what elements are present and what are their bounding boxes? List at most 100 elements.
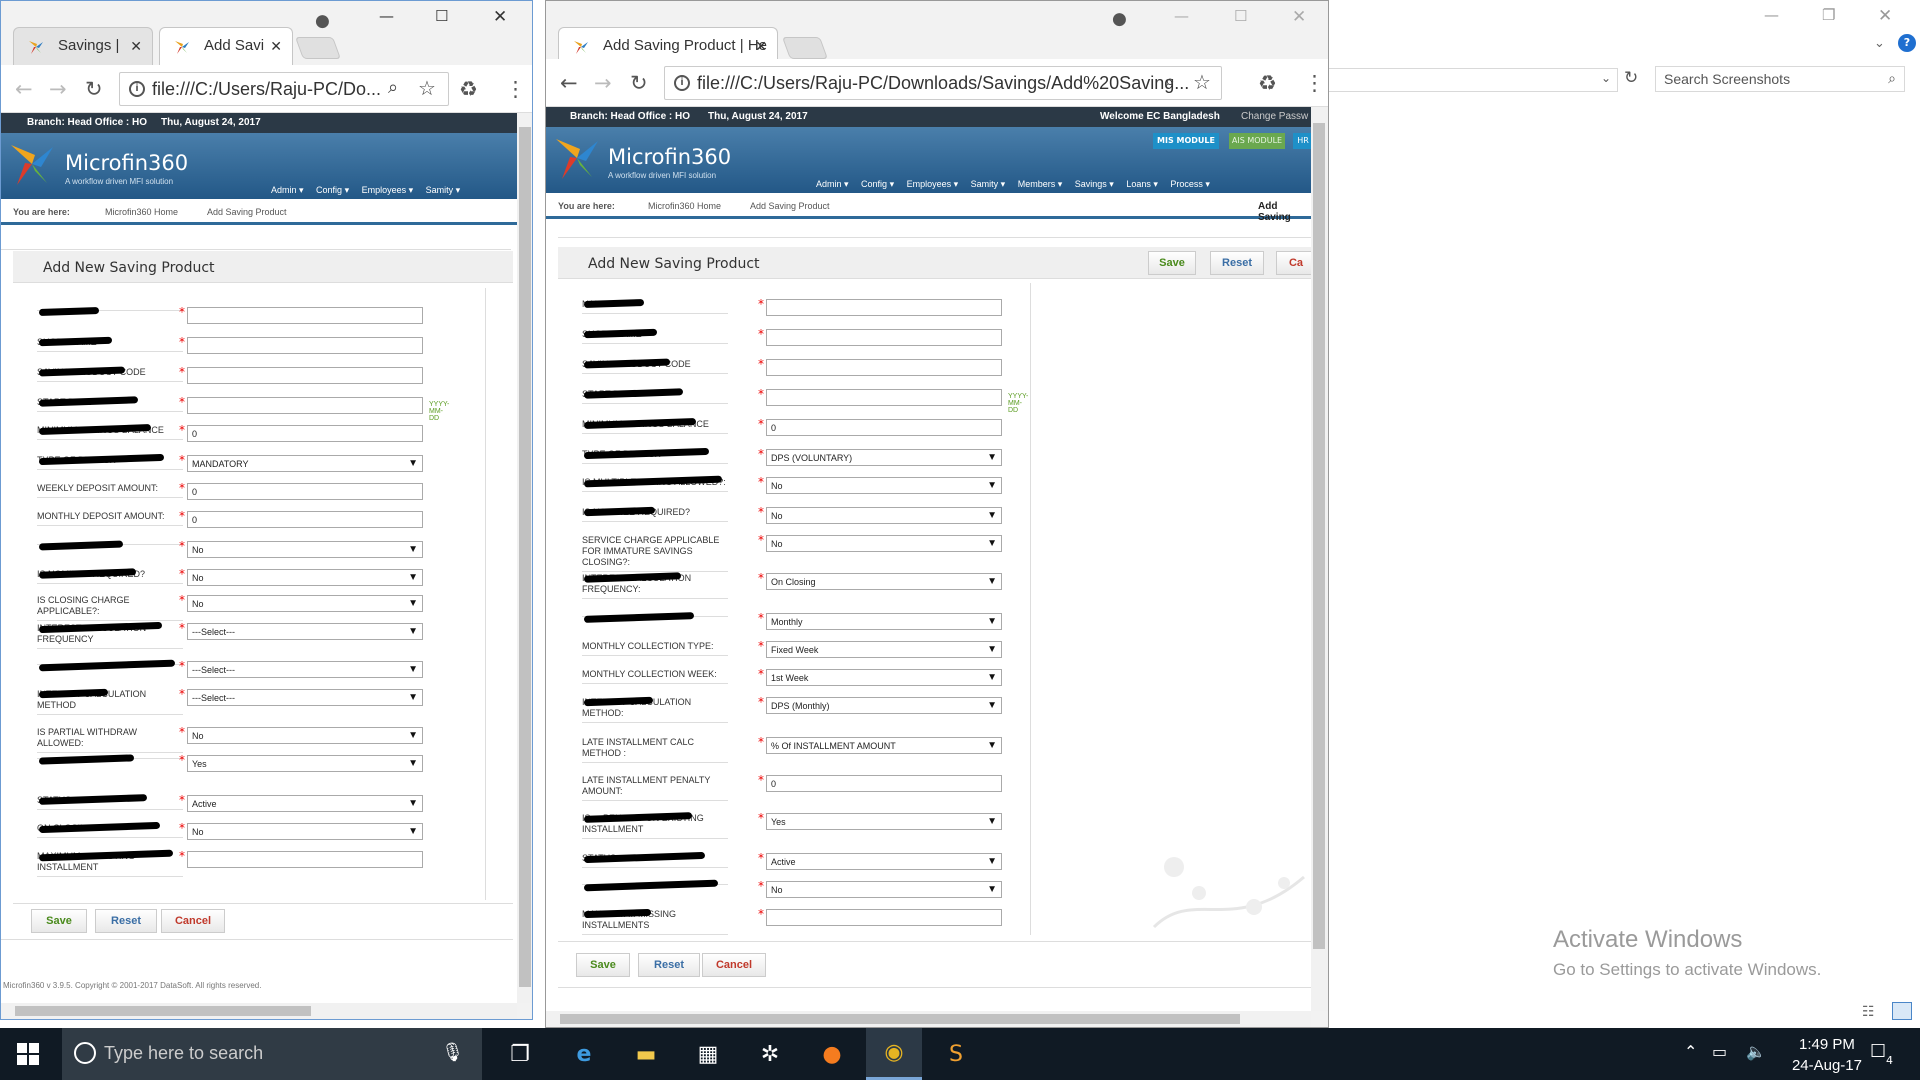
address-bar[interactable]: i file:///C:/Users/Raju-PC/Do... ⌕ ☆ bbox=[119, 72, 449, 106]
select-field[interactable]: Fixed Week bbox=[766, 641, 1002, 658]
restore-icon[interactable]: ❐ bbox=[1822, 6, 1835, 24]
menu-process[interactable]: Process ▾ bbox=[1170, 179, 1210, 189]
text-input[interactable] bbox=[766, 359, 1002, 376]
menu-admin[interactable]: Admin ▾ bbox=[271, 185, 304, 195]
close-icon[interactable]: ✕ bbox=[1878, 6, 1892, 26]
file-explorer-button[interactable]: ▬ bbox=[618, 1028, 674, 1080]
select-field[interactable]: No bbox=[766, 881, 1002, 898]
volume-icon[interactable]: 🔈 bbox=[1746, 1042, 1766, 1061]
hr-module-button[interactable]: HR bbox=[1293, 133, 1311, 149]
forward-icon[interactable]: → bbox=[594, 71, 612, 95]
text-input[interactable]: 0 bbox=[766, 775, 1002, 792]
select-field[interactable]: % Of INSTALLMENT AMOUNT bbox=[766, 737, 1002, 754]
chrome-button[interactable]: ◉ bbox=[866, 1028, 922, 1080]
explorer-search-input[interactable]: Search Screenshots ⌕ bbox=[1655, 66, 1905, 92]
tab-savings[interactable]: Savings | ✕ bbox=[13, 27, 153, 65]
app-button[interactable]: ✲ bbox=[742, 1028, 798, 1080]
bookmark-star-icon[interactable]: ☆ bbox=[418, 76, 436, 101]
text-input[interactable] bbox=[187, 851, 423, 868]
breadcrumb-home[interactable]: Microfin360 Home bbox=[648, 201, 721, 211]
horizontal-scrollbar[interactable] bbox=[1, 1003, 517, 1019]
select-field[interactable]: ---Select--- bbox=[187, 623, 423, 640]
select-field[interactable]: Yes bbox=[187, 755, 423, 772]
start-button[interactable] bbox=[0, 1028, 56, 1080]
close-tab-icon[interactable]: ✕ bbox=[130, 38, 142, 55]
maximize-icon[interactable]: ☐ bbox=[1234, 7, 1247, 25]
text-input[interactable] bbox=[187, 397, 423, 414]
breadcrumb-current[interactable]: Add Saving Product bbox=[750, 201, 830, 211]
menu-samity[interactable]: Samity ▾ bbox=[426, 185, 461, 195]
extension-icon[interactable]: ♻ bbox=[459, 77, 478, 101]
change-password-link[interactable]: Change Passw bbox=[1241, 111, 1308, 122]
chevron-up-icon[interactable]: ⌃ bbox=[1684, 1042, 1697, 1061]
select-field[interactable]: No bbox=[187, 727, 423, 744]
menu-savings[interactable]: Savings ▾ bbox=[1075, 179, 1114, 189]
new-tab-button[interactable] bbox=[781, 37, 829, 59]
refresh-icon[interactable]: ↻ bbox=[1624, 68, 1638, 88]
scrollbar-thumb[interactable] bbox=[519, 127, 531, 987]
select-field[interactable]: No bbox=[766, 507, 1002, 524]
details-view-icon[interactable]: ☷ bbox=[1862, 1004, 1875, 1020]
text-input[interactable] bbox=[766, 389, 1002, 406]
text-input[interactable] bbox=[187, 337, 423, 354]
search-icon[interactable]: ⌕ bbox=[1888, 70, 1896, 87]
info-icon[interactable]: i bbox=[129, 81, 145, 97]
select-field[interactable]: No bbox=[187, 595, 423, 612]
menu-loans[interactable]: Loans ▾ bbox=[1126, 179, 1158, 189]
network-icon[interactable]: ▭ bbox=[1712, 1042, 1727, 1061]
select-field[interactable]: No bbox=[187, 541, 423, 558]
select-field[interactable]: No bbox=[766, 535, 1002, 552]
reload-icon[interactable]: ↻ bbox=[85, 77, 103, 101]
breadcrumb-home[interactable]: Microfin360 Home bbox=[105, 207, 178, 217]
text-input[interactable] bbox=[766, 329, 1002, 346]
store-button[interactable]: ▦ bbox=[680, 1028, 736, 1080]
new-tab-button[interactable] bbox=[294, 37, 342, 59]
text-input[interactable]: 0 bbox=[766, 419, 1002, 436]
menu-employees[interactable]: Employees ▾ bbox=[907, 179, 959, 189]
ais-module-button[interactable]: AIS MODULE bbox=[1229, 133, 1285, 149]
menu-icon[interactable]: ⋮ bbox=[505, 77, 526, 101]
top-reset-button[interactable]: Reset bbox=[1210, 251, 1264, 275]
menu-samity[interactable]: Samity ▾ bbox=[971, 179, 1006, 189]
task-view-button[interactable]: ❐ bbox=[492, 1028, 548, 1080]
menu-config[interactable]: Config ▾ bbox=[861, 179, 894, 189]
scrollbar-thumb[interactable] bbox=[560, 1014, 1240, 1024]
tab-add-saving[interactable]: Add Savi ✕ bbox=[159, 27, 293, 65]
select-field[interactable]: DPS (Monthly) bbox=[766, 697, 1002, 714]
edge-button[interactable]: e bbox=[556, 1028, 612, 1080]
select-field[interactable]: DPS (VOLUNTARY) bbox=[766, 449, 1002, 466]
close-tab-icon[interactable]: ✕ bbox=[270, 38, 282, 55]
text-input[interactable]: 0 bbox=[187, 511, 423, 528]
menu-config[interactable]: Config ▾ bbox=[316, 185, 349, 195]
zoom-icon[interactable]: ⌕ bbox=[388, 77, 398, 98]
sublime-button[interactable]: S bbox=[928, 1028, 984, 1080]
reset-button[interactable]: Reset bbox=[638, 953, 700, 977]
taskbar-search-input[interactable]: Type here to search 🎙 bbox=[62, 1028, 482, 1080]
back-icon[interactable]: ← bbox=[560, 71, 578, 95]
reset-button[interactable]: Reset bbox=[95, 909, 157, 933]
explorer-address-bar[interactable]: ⌄ bbox=[1328, 68, 1618, 92]
chevron-down-icon[interactable]: ⌄ bbox=[1601, 71, 1611, 85]
select-field[interactable]: On Closing bbox=[766, 573, 1002, 590]
profile-icon[interactable]: ● bbox=[315, 11, 330, 31]
text-input[interactable] bbox=[187, 307, 423, 324]
horizontal-scrollbar[interactable] bbox=[546, 1011, 1311, 1027]
text-input[interactable] bbox=[766, 909, 1002, 926]
info-icon[interactable]: i bbox=[674, 75, 690, 91]
scrollbar-thumb[interactable] bbox=[15, 1006, 311, 1016]
zoom-icon[interactable]: ⌕ bbox=[1165, 71, 1175, 92]
notifications-icon[interactable]: ☐ bbox=[1870, 1041, 1886, 1062]
maximize-icon[interactable]: ☐ bbox=[435, 7, 448, 25]
extension-icon[interactable]: ♻ bbox=[1258, 71, 1277, 95]
large-icons-view-icon[interactable] bbox=[1892, 1002, 1912, 1020]
minimize-icon[interactable]: — bbox=[1764, 6, 1779, 24]
close-icon[interactable]: ✕ bbox=[1292, 7, 1306, 27]
select-field[interactable]: MANDATORY bbox=[187, 455, 423, 472]
menu-admin[interactable]: Admin ▾ bbox=[816, 179, 849, 189]
save-button[interactable]: Save bbox=[31, 909, 87, 933]
top-save-button[interactable]: Save bbox=[1148, 251, 1196, 275]
text-input[interactable]: 0 bbox=[187, 425, 423, 442]
select-field[interactable]: Monthly bbox=[766, 613, 1002, 630]
microphone-icon[interactable]: 🎙 bbox=[441, 1042, 464, 1063]
select-field[interactable]: 1st Week bbox=[766, 669, 1002, 686]
